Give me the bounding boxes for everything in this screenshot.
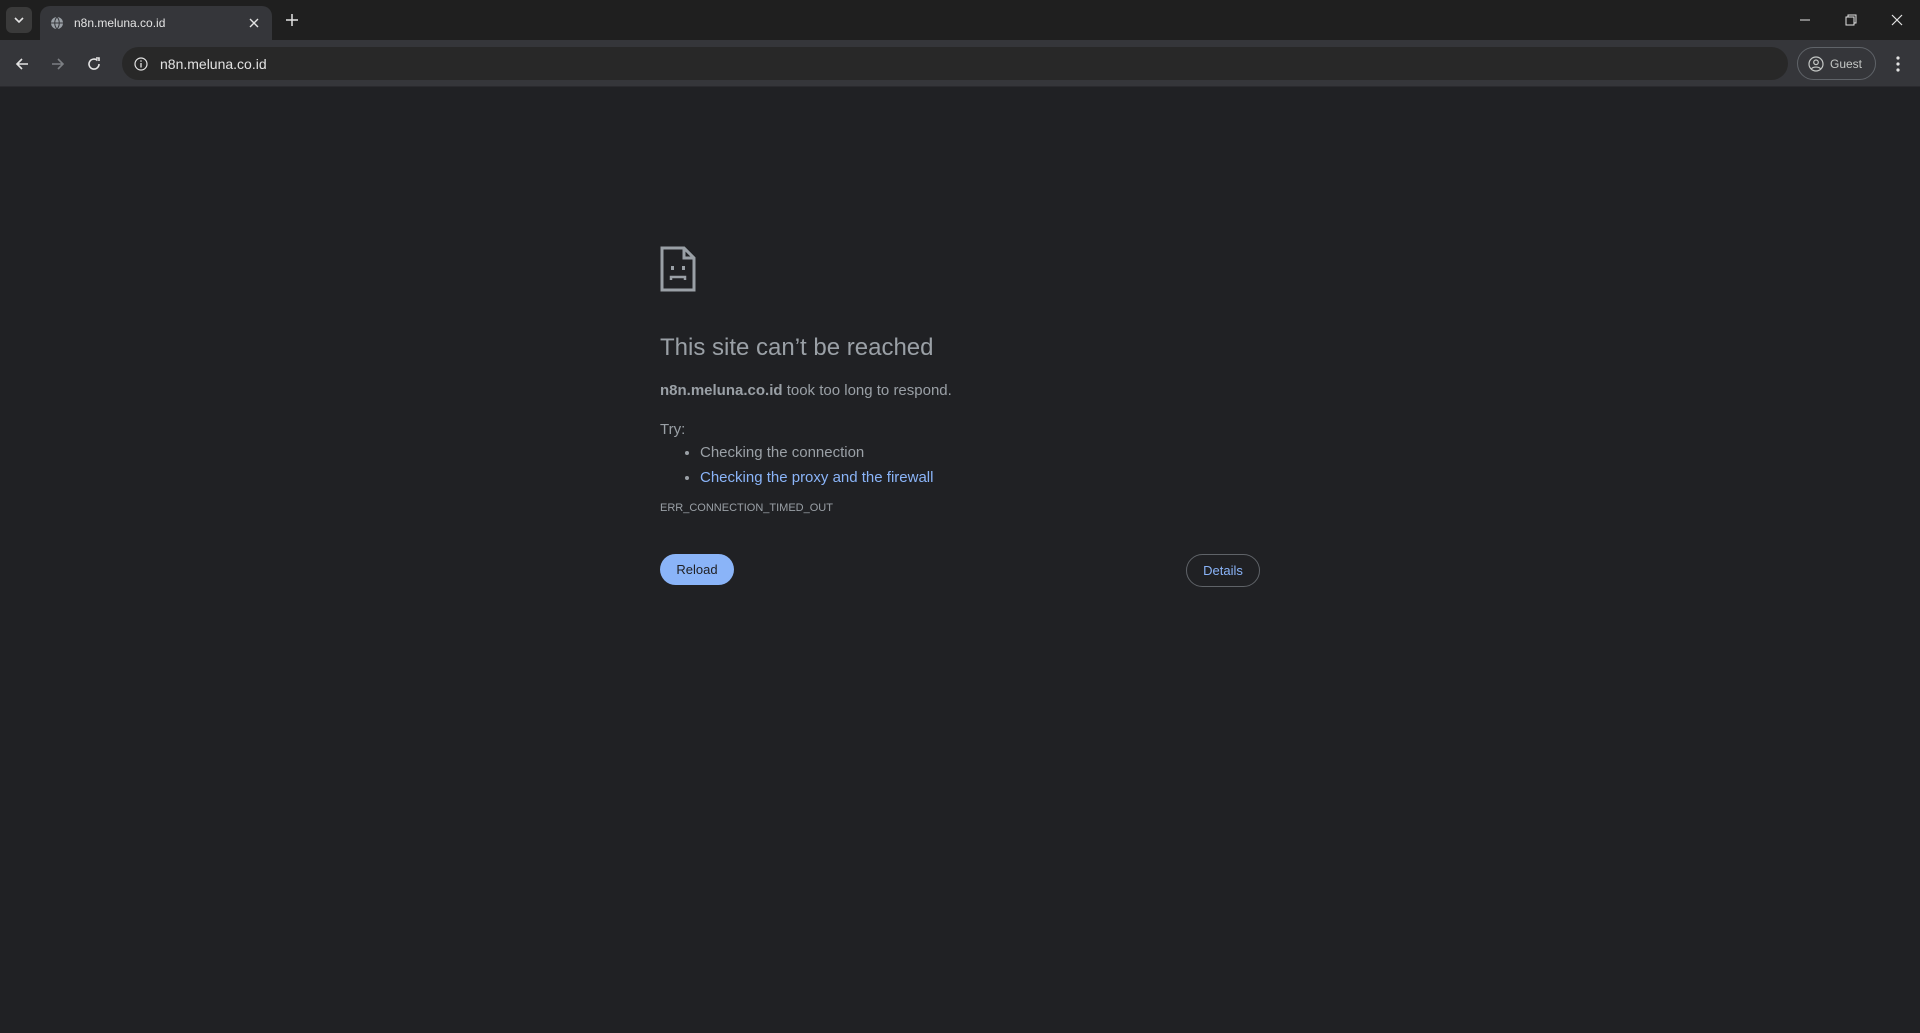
back-button[interactable]	[8, 50, 36, 78]
forward-button[interactable]	[44, 50, 72, 78]
error-host: n8n.meluna.co.id	[660, 382, 783, 399]
reload-page-button[interactable]: Reload	[660, 554, 734, 585]
profile-label: Guest	[1830, 56, 1863, 71]
browser-tab[interactable]: n8n.meluna.co.id	[40, 6, 272, 40]
browser-menu-button[interactable]	[1886, 50, 1910, 78]
close-window-button[interactable]	[1874, 0, 1920, 40]
url-text: n8n.meluna.co.id	[160, 55, 267, 72]
chevron-down-icon	[14, 17, 24, 24]
error-code: ERR_CONNECTION_TIMED_OUT	[660, 502, 833, 514]
kebab-menu-icon	[1896, 56, 1900, 72]
globe-icon	[51, 16, 63, 30]
error-content: This site can’t be reached n8n.meluna.co…	[660, 246, 1260, 590]
error-heading: This site can’t be reached	[660, 334, 934, 361]
suggestion-proxy-link[interactable]: Checking the proxy and the firewall	[700, 469, 933, 486]
button-row: Reload Details	[660, 554, 1260, 590]
toolbar: n8n.meluna.co.id Guest	[0, 40, 1920, 87]
minimize-icon	[1800, 19, 1810, 21]
close-icon	[1891, 14, 1903, 26]
restore-icon	[1845, 14, 1857, 26]
arrow-left-icon	[15, 58, 28, 70]
address-bar[interactable]: n8n.meluna.co.id	[122, 47, 1788, 80]
error-message: took too long to respond.	[782, 382, 952, 399]
error-description: n8n.meluna.co.id took too long to respon…	[660, 382, 1260, 399]
suggestion-item: Checking the connection	[700, 444, 1260, 461]
title-bar: n8n.meluna.co.id	[0, 0, 1920, 40]
minimize-button[interactable]	[1782, 0, 1828, 40]
try-label: Try:	[660, 421, 686, 438]
restore-button[interactable]	[1828, 0, 1874, 40]
reload-icon	[88, 57, 100, 70]
new-tab-button[interactable]	[280, 8, 304, 32]
tab-close-button[interactable]	[244, 13, 264, 33]
details-button[interactable]: Details	[1186, 554, 1260, 587]
tab-title: n8n.meluna.co.id	[74, 16, 166, 30]
info-icon	[134, 56, 148, 71]
arrow-right-icon	[52, 58, 65, 70]
suggestion-item: Checking the proxy and the firewall	[700, 469, 1260, 486]
reload-button[interactable]	[80, 50, 108, 78]
suggestion-connection: Checking the connection	[700, 444, 865, 461]
person-circle-icon	[1808, 55, 1824, 72]
suggestion-list: Checking the connection Checking the pro…	[700, 444, 1260, 486]
tab-search-button[interactable]	[6, 7, 32, 33]
site-info-button[interactable]	[130, 53, 152, 75]
close-icon	[249, 18, 259, 28]
plus-icon	[286, 14, 298, 26]
profile-button[interactable]: Guest	[1797, 47, 1876, 80]
sad-page-icon	[660, 246, 696, 292]
